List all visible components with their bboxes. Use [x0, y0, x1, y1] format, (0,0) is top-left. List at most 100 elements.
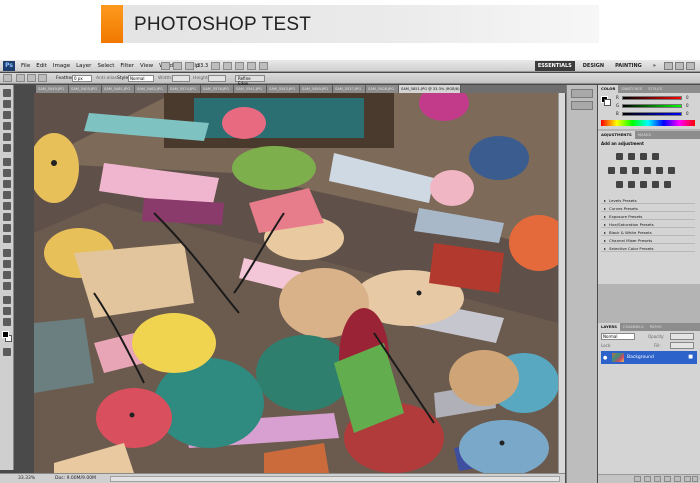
invert-icon[interactable] [616, 181, 623, 188]
zoom-level[interactable]: 33.3 [197, 62, 208, 70]
workspace-design[interactable]: DESIGN [580, 61, 607, 71]
tab-paths[interactable]: PATHS [647, 323, 665, 331]
tab-document-active[interactable]: SAM_5851.JPG @ 33.3% (RGB/8) [399, 85, 461, 93]
tab-document[interactable]: SAM_5405.JPG [69, 85, 102, 93]
black-white-icon[interactable] [644, 167, 651, 174]
new-layer-icon[interactable] [684, 476, 691, 482]
marquee-tool-preset-icon[interactable] [3, 74, 12, 82]
preset-selective-color[interactable]: Selective Color Presets [601, 245, 695, 252]
color-value-r[interactable]: 0 [686, 95, 689, 100]
tab-document[interactable]: SAM_5508.JPG [366, 85, 399, 93]
document-canvas[interactable] [34, 93, 558, 473]
color-slider-r[interactable] [622, 96, 682, 100]
menu-layer[interactable]: Layer [73, 60, 94, 72]
tab-document[interactable]: SAM_5541.JPG [234, 85, 267, 93]
type-tool-icon[interactable] [3, 260, 11, 268]
preset-black-white[interactable]: Black & White Presets [601, 229, 695, 236]
preset-exposure[interactable]: Exposure Presets [601, 213, 695, 220]
new-adjustment-icon[interactable] [664, 476, 671, 482]
tab-swatches[interactable]: SWATCHES [618, 85, 645, 93]
menu-edit[interactable]: Edit [33, 60, 50, 72]
brush-tool-icon[interactable] [3, 169, 11, 177]
fill-input[interactable] [670, 342, 694, 349]
eraser-tool-icon[interactable] [3, 202, 11, 210]
tab-document[interactable]: SAM_5537.JPG [333, 85, 366, 93]
layer-row-selected[interactable]: ● Background ■ [601, 351, 697, 364]
workspace-more-button[interactable]: » [650, 61, 659, 71]
blend-mode-select[interactable]: Normal [601, 333, 635, 340]
preset-levels[interactable]: Levels Presets [601, 197, 695, 204]
selective-color-icon[interactable] [664, 181, 671, 188]
status-zoom[interactable]: 33.33% [18, 474, 35, 483]
crop-tool-icon[interactable] [3, 133, 11, 141]
gradient-tool-icon[interactable] [3, 213, 11, 221]
color-slider-g[interactable] [622, 104, 682, 108]
hue-saturation-icon[interactable] [620, 167, 627, 174]
path-selection-tool-icon[interactable] [3, 271, 11, 279]
hand-tool-icon[interactable] [211, 62, 221, 70]
rotate-view-icon[interactable] [235, 62, 245, 70]
layer-background[interactable]: ● Background ■ [598, 351, 700, 364]
healing-brush-tool-icon[interactable] [3, 158, 11, 166]
maximize-icon[interactable] [675, 62, 684, 70]
dodge-tool-icon[interactable] [3, 235, 11, 243]
posterize-icon[interactable] [628, 181, 635, 188]
antialias-checkbox[interactable]: Anti-alias [96, 73, 117, 84]
add-mask-icon[interactable] [654, 476, 661, 482]
hand-tool-icon[interactable] [3, 307, 11, 315]
photo-filter-icon[interactable] [656, 167, 663, 174]
menu-select[interactable]: Select [94, 60, 117, 72]
preset-channel-mixer[interactable]: Channel Mixer Presets [601, 237, 695, 244]
close-icon[interactable] [686, 62, 695, 70]
marquee-tool-icon[interactable] [3, 100, 11, 108]
exposure-icon[interactable] [652, 153, 659, 160]
color-balance-icon[interactable] [632, 167, 639, 174]
launch-bridge-icon[interactable] [161, 62, 170, 70]
link-layers-icon[interactable] [634, 476, 641, 482]
color-value-g[interactable]: 0 [686, 103, 689, 108]
channel-mixer-icon[interactable] [668, 167, 675, 174]
view-extras-icon[interactable] [185, 62, 194, 70]
threshold-icon[interactable] [640, 181, 647, 188]
color-value-b[interactable]: 0 [686, 111, 689, 116]
layer-style-icon[interactable] [644, 476, 651, 482]
subtract-selection-icon[interactable] [38, 74, 47, 82]
color-background-swatch[interactable] [604, 99, 611, 106]
shape-tool-icon[interactable] [3, 282, 11, 290]
opacity-input[interactable] [670, 333, 694, 340]
tab-document[interactable]: SAM_5461.JPG [102, 85, 135, 93]
new-group-icon[interactable] [674, 476, 681, 482]
arrange-documents-icon[interactable] [247, 62, 257, 70]
horizontal-scrollbar[interactable] [110, 476, 560, 482]
foreground-color-swatch[interactable] [2, 331, 9, 338]
tab-document[interactable]: SAM_5490.JPG [300, 85, 333, 93]
menu-filter[interactable]: Filter [117, 60, 137, 72]
eyedropper-tool-icon[interactable] [3, 144, 11, 152]
gradient-map-icon[interactable] [652, 181, 659, 188]
tab-document[interactable]: SAM_5543.JPG [267, 85, 300, 93]
blur-tool-icon[interactable] [3, 224, 11, 232]
preset-curves[interactable]: Curves Presets [601, 205, 695, 212]
menu-view[interactable]: View [137, 60, 156, 72]
dock-actions-icon[interactable] [571, 101, 593, 110]
vertical-scrollbar[interactable] [558, 93, 565, 473]
tab-channels[interactable]: CHANNELS [620, 323, 647, 331]
new-selection-icon[interactable] [16, 74, 25, 82]
screen-mode-icon[interactable] [259, 62, 269, 70]
feather-input[interactable]: 0 px [72, 75, 92, 82]
curves-icon[interactable] [640, 153, 647, 160]
clone-stamp-tool-icon[interactable] [3, 180, 11, 188]
tab-document[interactable]: SAM_5049.JPG [36, 85, 69, 93]
brightness-contrast-icon[interactable] [616, 153, 623, 160]
tab-document[interactable]: SAM_5462.JPG [135, 85, 168, 93]
3d-rotate-tool-icon[interactable] [3, 296, 11, 304]
menu-file[interactable]: File [18, 60, 33, 72]
refine-edge-button[interactable]: Refine Edge... [235, 75, 265, 86]
quick-selection-tool-icon[interactable] [3, 122, 11, 130]
eye-icon[interactable]: ● [603, 355, 607, 361]
minimize-icon[interactable] [664, 62, 673, 70]
tab-document[interactable]: SAM_5576.JPG [201, 85, 234, 93]
tab-styles[interactable]: STYLES [645, 85, 665, 93]
pen-tool-icon[interactable] [3, 249, 11, 257]
menu-image[interactable]: Image [50, 60, 73, 72]
